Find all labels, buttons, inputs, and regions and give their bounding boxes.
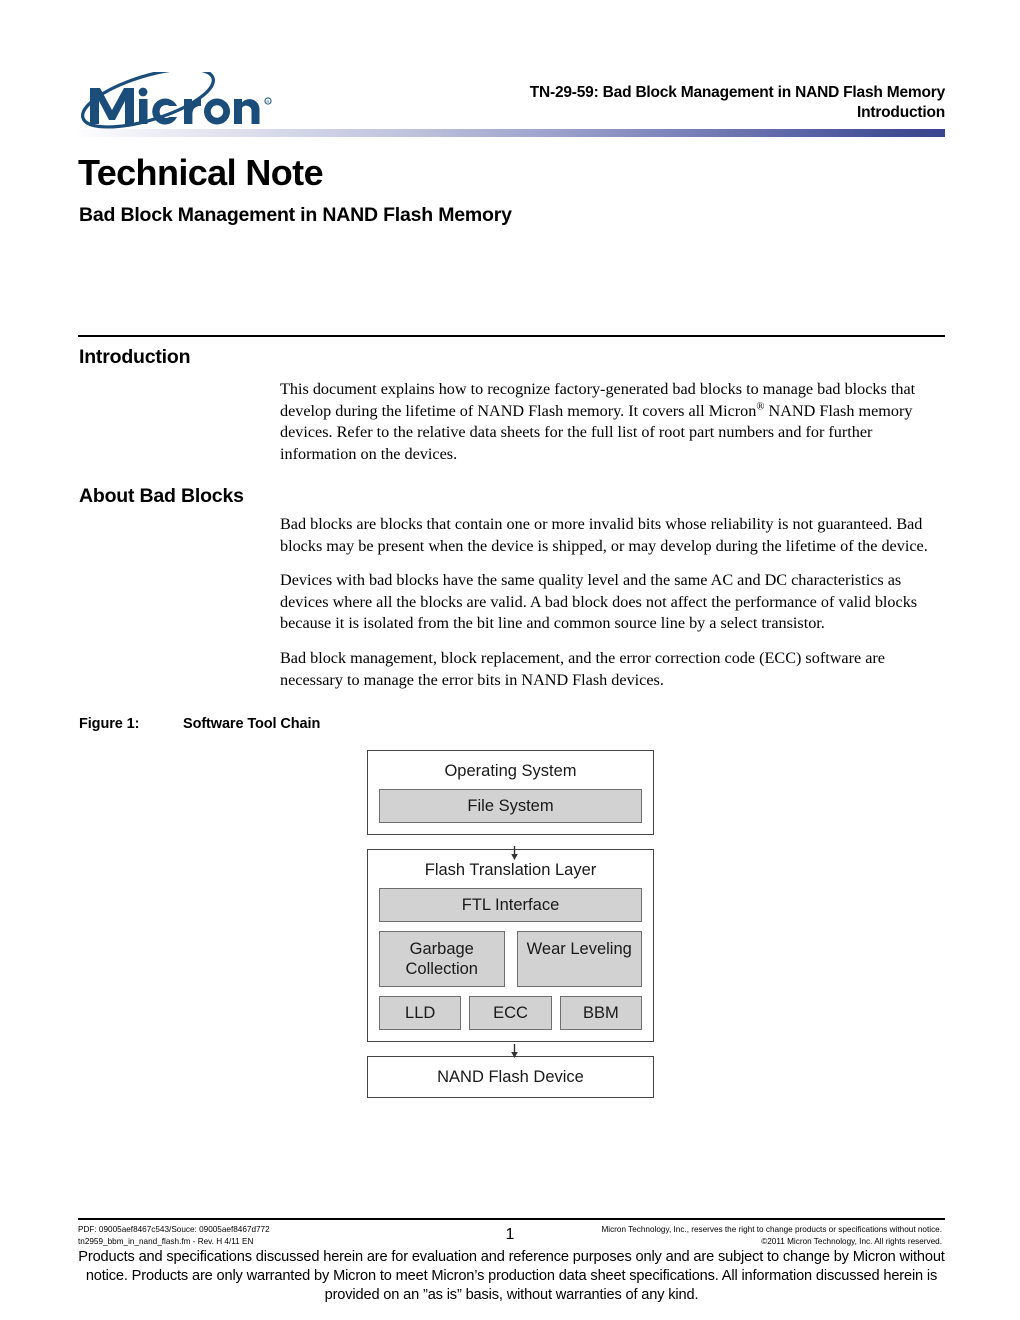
page-header: R TN-29-59: Bad Block Management in NAND… [0,0,1020,140]
heading-about-bad-blocks: About Bad Blocks [79,485,244,507]
diagram-box-operating-system-title: Operating System [444,762,577,780]
footer-copyright: ©2011 Micron Technology, Inc. All rights… [761,1236,942,1246]
svg-text:R: R [267,99,270,104]
footer-rights-reserved-notice: Micron Technology, Inc., reserves the ri… [601,1225,942,1234]
diagram-row-ftl-modules: LLD ECC BBM [379,996,642,1030]
document-page: R TN-29-59: Bad Block Management in NAND… [0,0,1020,1320]
footer-divider [78,1218,945,1220]
page-subtitle: Bad Block Management in NAND Flash Memor… [79,204,512,226]
diagram-box-nand-flash-device: NAND Flash Device [367,1056,654,1098]
header-doc-id: TN-29-59: Bad Block Management in NAND F… [529,84,945,101]
diagram-box-flash-translation-layer: Flash Translation Layer FTL Interface Ga… [367,849,654,1042]
diagram-row-ftl-services: Garbage Collection Wear Leveling [379,931,642,987]
paragraph: Devices with bad blocks have the same qu… [280,571,918,633]
paragraph: Bad block management, block replacement,… [280,648,885,689]
registered-mark-icon: ® [756,400,765,413]
figure-title: Software Tool Chain [183,716,321,732]
header-doc-reference: TN-29-59: Bad Block Management in NAND F… [325,83,945,123]
footer-legal-notice: Micron Technology, Inc., reserves the ri… [601,1224,942,1247]
software-tool-chain-diagram: Operating System File System Flash Trans… [367,750,654,1098]
about-bad-blocks-body: Bad blocks are blocks that contain one o… [280,514,945,691]
diagram-box-ecc: ECC [469,996,552,1030]
diagram-box-file-system: File System [379,789,642,823]
diagram-box-garbage-collection: Garbage Collection [379,931,505,987]
footer-disclaimer: Products and specifications discussed he… [78,1249,945,1303]
diagram-box-flash-translation-layer-title: Flash Translation Layer [424,861,597,879]
header-section-name: Introduction [857,104,945,121]
introduction-body: This document explains how to recognize … [280,379,945,465]
diagram-box-bbm: BBM [559,996,642,1030]
arrow-down-icon-os-to-ftl [510,846,519,860]
section-divider [78,335,945,337]
paragraph: Bad blocks are blocks that contain one o… [280,515,928,555]
heading-introduction: Introduction [79,346,191,368]
diagram-box-lld: LLD [379,996,462,1030]
page-title: Technical Note [78,152,324,193]
paragraph-text-intro-1: This document explains how to recognize … [280,380,916,463]
diagram-box-ftl-interface: FTL Interface [379,888,642,922]
diagram-box-wear-leveling: Wear Leveling [516,931,642,987]
diagram-box-operating-system: Operating System File System [367,750,654,835]
micron-logo: R [76,72,286,130]
figure-label: Figure 1: [79,716,140,732]
figure-caption: Figure 1: Software Tool Chain [79,715,320,733]
header-gradient-rule [76,129,945,137]
arrow-down-icon-ftl-to-device [510,1044,519,1058]
paragraph: This document explains how to recognize … [280,379,945,465]
